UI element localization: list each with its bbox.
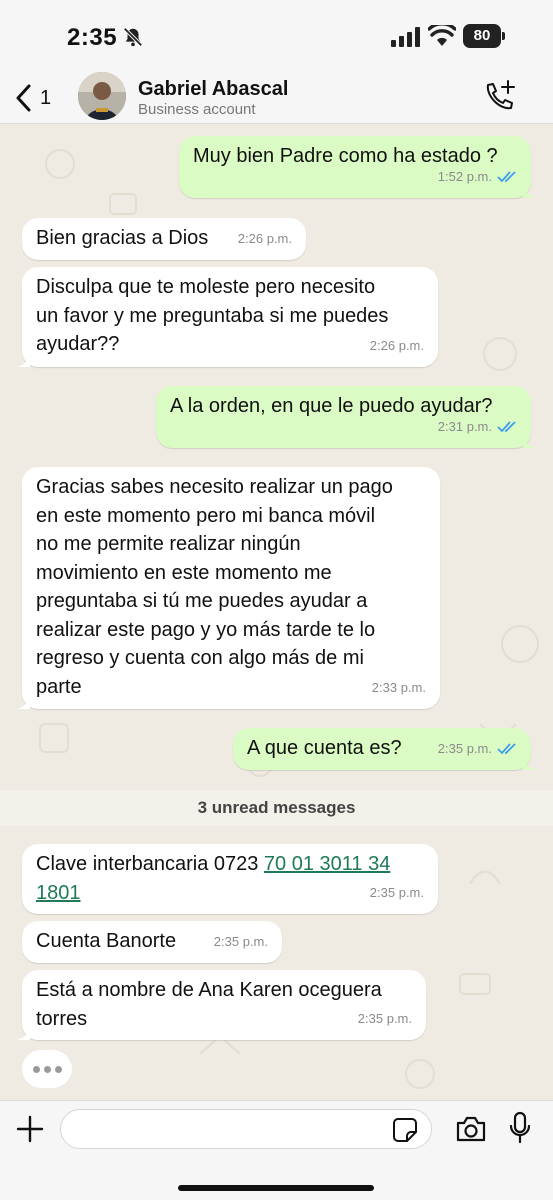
message-outgoing[interactable]: A la orden, en que le puedo ayudar? 2:31…: [156, 386, 537, 448]
message-text: en este momento pero mi banca móvil: [36, 504, 376, 527]
wifi-icon: [428, 25, 456, 46]
back-button[interactable]: 1: [14, 80, 62, 116]
message-incoming[interactable]: Cuenta Banorte 2:35 p.m.: [22, 921, 282, 963]
plus-icon[interactable]: [16, 1115, 44, 1143]
message-time: 2:35 p.m.: [213, 933, 268, 949]
message-meta: 2:26 p.m.: [370, 332, 424, 361]
message-meta: 2:31 p.m.: [438, 413, 517, 442]
home-indicator: [178, 1185, 374, 1191]
bubble-tail: [16, 695, 30, 709]
message-incoming[interactable]: Está a nombre de Ana Karen oceguera torr…: [16, 970, 426, 1040]
message-text: Gracias sabes necesito realizar un pago: [36, 476, 393, 498]
message-time: 2:35 p.m.: [357, 1010, 412, 1026]
message-time: 2:35 p.m.: [369, 884, 424, 900]
message-text: un favor y me preguntaba si me puedes: [36, 304, 389, 327]
unread-divider: 3 unread messages: [0, 790, 553, 826]
status-time: 2:35: [67, 24, 118, 51]
message-outgoing[interactable]: Muy bien Padre como ha estado ? 1:52 p.m…: [179, 136, 537, 198]
microphone-icon[interactable]: [508, 1111, 532, 1145]
message-text: Disculpa que te moleste pero necesito: [36, 276, 376, 298]
contact-name[interactable]: Gabriel Abascal: [138, 78, 288, 101]
signal-icon: [391, 27, 420, 47]
message-text: torres: [36, 1007, 88, 1030]
phone-add-icon[interactable]: [482, 80, 516, 114]
double-check-icon: [497, 421, 516, 433]
message-time: 2:31 p.m.: [437, 418, 492, 434]
message-text: realizar este pago y yo más tarde te lo: [36, 618, 376, 641]
status-bar: 2:35 80: [0, 0, 553, 72]
typing-indicator: [22, 1050, 72, 1088]
message-time: 2:26 p.m.: [369, 337, 424, 353]
avatar-photo: [78, 72, 126, 120]
contact-subtitle: Business account: [138, 101, 256, 118]
composer-bar: [0, 1100, 553, 1200]
bubble-tail: [523, 756, 537, 770]
chat-area[interactable]: Muy bien Padre como ha estado ? 1:52 p.m…: [0, 124, 553, 1100]
message-input[interactable]: [60, 1109, 432, 1149]
message-time: 2:33 p.m.: [371, 679, 426, 695]
avatar[interactable]: [78, 72, 126, 120]
chevron-left-icon: [16, 84, 31, 112]
message-text-prefix: Clave interbancaria 0723: [36, 853, 264, 875]
message-incoming[interactable]: Gracias sabes necesito realizar un pago …: [16, 467, 440, 709]
message-meta: 2:33 p.m.: [372, 674, 426, 703]
chat-header: 1 Gabriel Abascal Business account: [0, 72, 553, 124]
camera-icon[interactable]: [455, 1115, 487, 1143]
bubble-tail: [523, 434, 537, 448]
bubble-tail: [523, 184, 537, 198]
message-text: Clave interbancaria 0723 70 01 3011 34: [36, 844, 424, 879]
double-check-icon: [497, 171, 516, 183]
battery-icon: 80: [463, 24, 505, 48]
message-incoming[interactable]: Bien gracias a Dios 2:26 p.m.: [22, 218, 306, 260]
account-number-link[interactable]: 1801: [36, 882, 81, 904]
message-text: 1801: [36, 879, 424, 908]
message-text: regreso y cuenta con algo más de mi: [36, 647, 364, 669]
message-meta: 2:35 p.m.: [438, 735, 517, 764]
message-text: ayudar??: [36, 333, 120, 355]
message-incoming[interactable]: Disculpa que te moleste pero necesito un…: [16, 267, 438, 367]
double-check-icon: [497, 743, 516, 755]
sticker-icon[interactable]: [392, 1117, 418, 1143]
bell-slash-icon: [123, 27, 143, 47]
message-time: 2:26 p.m.: [237, 230, 292, 246]
battery-level: 80: [473, 27, 491, 44]
message-incoming[interactable]: Clave interbancaria 0723 70 01 3011 34 1…: [22, 844, 438, 914]
message-meta: 2:35 p.m.: [370, 879, 424, 908]
message-time: 2:35 p.m.: [437, 740, 492, 756]
account-number-link[interactable]: 70 01 3011 34: [264, 853, 390, 875]
unread-chats-count: 1: [40, 86, 52, 109]
message-text: parte: [36, 675, 82, 698]
message-outgoing[interactable]: A que cuenta es? 2:35 p.m.: [233, 728, 537, 770]
message-text: preguntaba si tú me puedes ayudar a: [36, 590, 368, 612]
message-meta: 2:35 p.m.: [214, 928, 268, 957]
message-text: Está a nombre de Ana Karen oceguera: [36, 979, 382, 1001]
message-meta: 2:35 p.m.: [358, 1005, 412, 1034]
bubble-tail: [16, 353, 30, 367]
message-meta: 2:26 p.m.: [238, 225, 292, 254]
message-time: 1:52 p.m.: [437, 168, 492, 184]
message-meta: 1:52 p.m.: [438, 163, 517, 192]
bubble-tail: [16, 1026, 30, 1040]
message-text: no me permite realizar ningún: [36, 533, 301, 555]
message-text: movimiento en este momento me: [36, 561, 332, 584]
